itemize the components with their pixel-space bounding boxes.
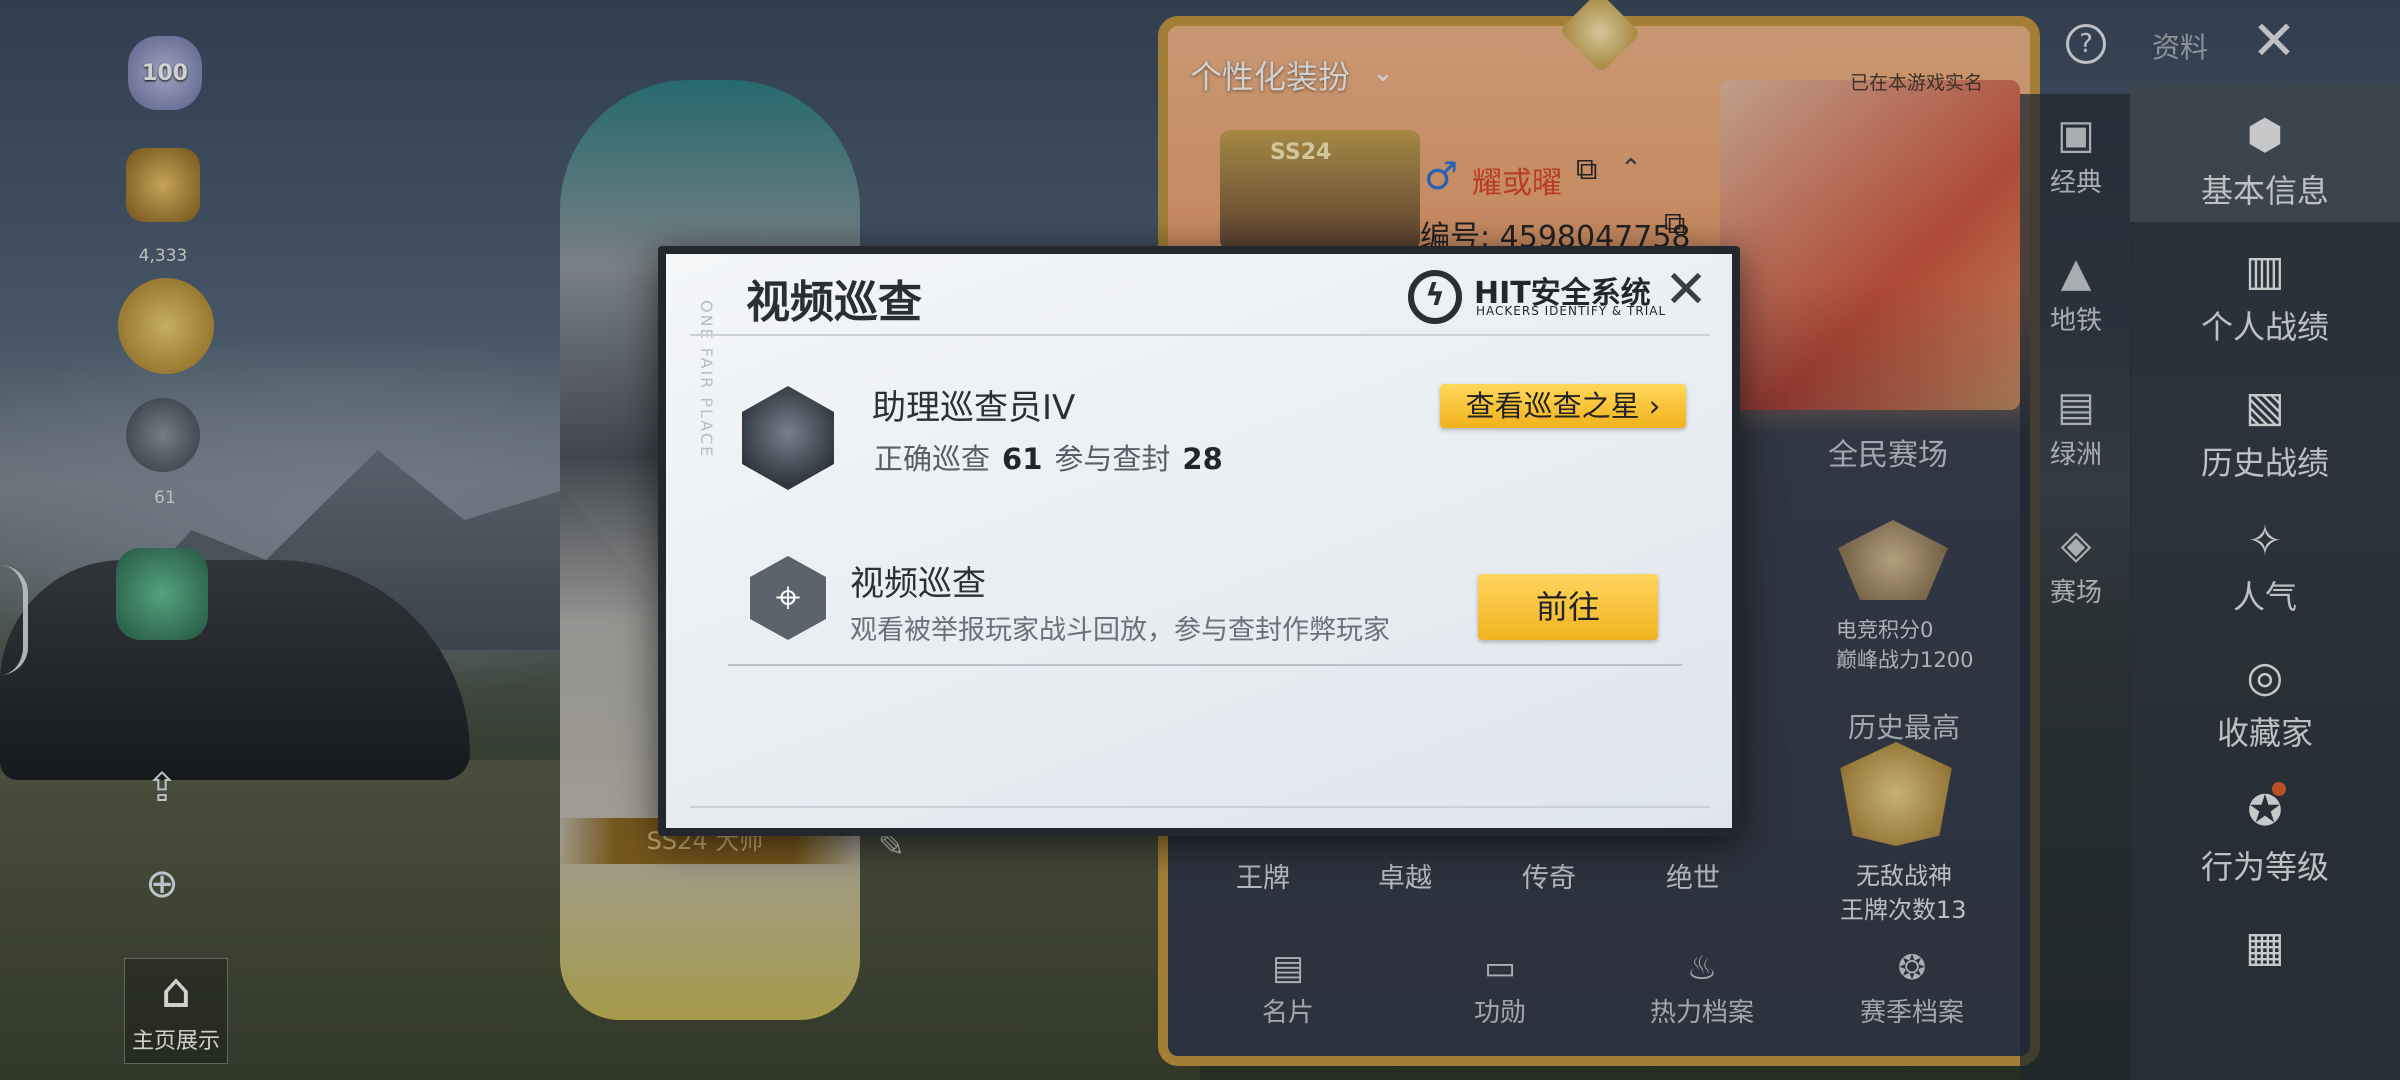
patrol-item-description: 观看被举报玩家战斗回放，参与查封作弊玩家: [850, 615, 1390, 646]
dialog-close-icon[interactable]: ✕: [1658, 262, 1714, 318]
hit-logo-subtitle: HACKERS IDENTIFY & TRIAL: [1476, 304, 1667, 318]
correct-patrol-value: 61: [1002, 442, 1043, 476]
ban-label: 参与查封: [1054, 442, 1171, 476]
dialog-title: 视频巡查: [746, 277, 922, 328]
hit-security-logo-icon: ϟ: [1408, 270, 1462, 324]
patrol-item-title: 视频巡查: [850, 564, 986, 604]
divider: [728, 664, 1682, 666]
patroller-rank-title: 助理巡查员IV: [872, 388, 1076, 428]
dialog-side-watermark: ONE FAIR PLACE: [697, 300, 716, 459]
go-button[interactable]: 前往: [1478, 574, 1658, 640]
view-patrol-stars-button[interactable]: 查看巡查之星 ›: [1440, 384, 1686, 428]
correct-patrol-label: 正确巡查: [874, 442, 991, 476]
divider: [690, 806, 1710, 808]
patrol-stats: 正确巡查 61 参与查封 28: [874, 436, 1235, 478]
ban-value: 28: [1182, 442, 1223, 476]
divider: [690, 334, 1710, 336]
